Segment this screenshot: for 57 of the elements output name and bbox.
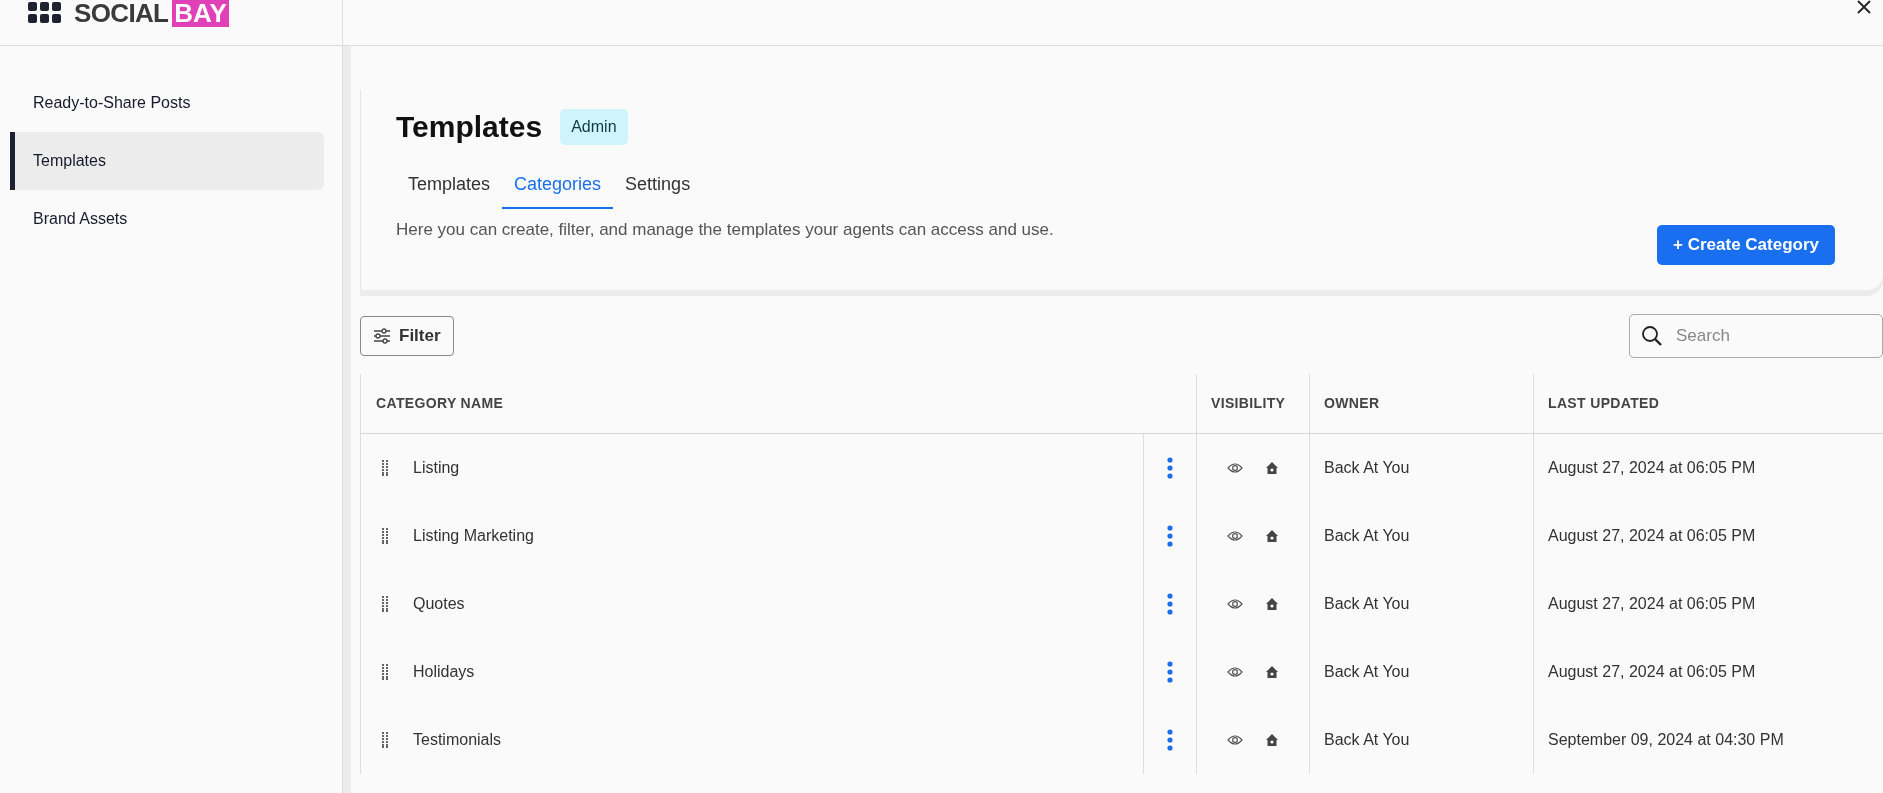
drag-handle-icon[interactable] <box>381 528 389 544</box>
logo-text: SOCIAL <box>74 0 169 27</box>
close-icon[interactable] <box>1857 0 1871 14</box>
create-category-button[interactable]: + Create Category <box>1657 224 1835 265</box>
sidebar-item[interactable]: Brand Assets <box>10 190 324 248</box>
eye-icon <box>1227 734 1243 746</box>
drag-handle-icon[interactable] <box>381 732 389 748</box>
eye-icon <box>1227 462 1243 474</box>
owner-text: Back At You <box>1324 662 1410 682</box>
owner-text: Back At You <box>1324 730 1410 750</box>
category-name: Testimonials <box>413 730 502 750</box>
drag-handle-icon[interactable] <box>381 596 389 612</box>
date-text: September 09, 2024 at 04:30 PM <box>1548 730 1784 750</box>
date-text: August 27, 2024 at 06:05 PM <box>1548 458 1756 478</box>
more-options-icon[interactable] <box>1167 593 1173 615</box>
category-name: Holidays <box>413 662 475 682</box>
column-header: VISIBILITY <box>1196 374 1309 433</box>
category-name: Listing Marketing <box>413 526 534 546</box>
role-badge: Admin <box>560 108 628 145</box>
search-icon <box>1641 325 1663 347</box>
column-header: CATEGORY NAME <box>375 394 505 413</box>
drag-handle-icon[interactable] <box>381 460 389 476</box>
owner-text: Back At You <box>1324 526 1410 546</box>
owner-text: Back At You <box>1324 458 1410 478</box>
more-options-icon[interactable] <box>1167 661 1173 683</box>
home-icon <box>1265 597 1279 611</box>
more-options-icon[interactable] <box>1167 457 1173 479</box>
date-text: August 27, 2024 at 06:05 PM <box>1548 526 1756 546</box>
date-text: August 27, 2024 at 06:05 PM <box>1548 594 1756 614</box>
date-text: August 27, 2024 at 06:05 PM <box>1548 662 1756 682</box>
logo-highlight: BAY <box>172 0 229 27</box>
column-header: OWNER <box>1309 374 1533 433</box>
grid-logo-icon <box>28 2 62 24</box>
sliders-icon <box>373 328 391 344</box>
home-icon <box>1265 529 1279 543</box>
home-icon <box>1265 665 1279 679</box>
sidebar-item[interactable]: Ready-to-Share Posts <box>10 74 324 132</box>
eye-icon <box>1227 598 1243 610</box>
drag-handle-icon[interactable] <box>381 664 389 680</box>
column-header: LAST UPDATED <box>1533 374 1883 433</box>
filter-button[interactable]: Filter <box>360 316 454 356</box>
description-text: Here you can create, filter, and manage the templates your agents can access and use. <box>396 219 1054 241</box>
sidebar-item[interactable]: Templates <box>10 132 324 190</box>
more-options-icon[interactable] <box>1167 525 1173 547</box>
home-icon <box>1265 461 1279 475</box>
eye-icon <box>1227 666 1243 678</box>
page-title: Templates <box>396 109 543 145</box>
search-field[interactable]: Search <box>1629 314 1883 358</box>
tab[interactable]: Templates <box>396 161 503 209</box>
category-name: Listing <box>413 458 460 478</box>
eye-icon <box>1227 530 1243 542</box>
home-icon <box>1265 733 1279 747</box>
owner-text: Back At You <box>1324 594 1410 614</box>
tab[interactable]: Settings <box>613 161 703 209</box>
more-options-icon[interactable] <box>1167 729 1173 751</box>
category-name: Quotes <box>413 594 465 614</box>
tab[interactable]: Categories <box>502 161 614 209</box>
